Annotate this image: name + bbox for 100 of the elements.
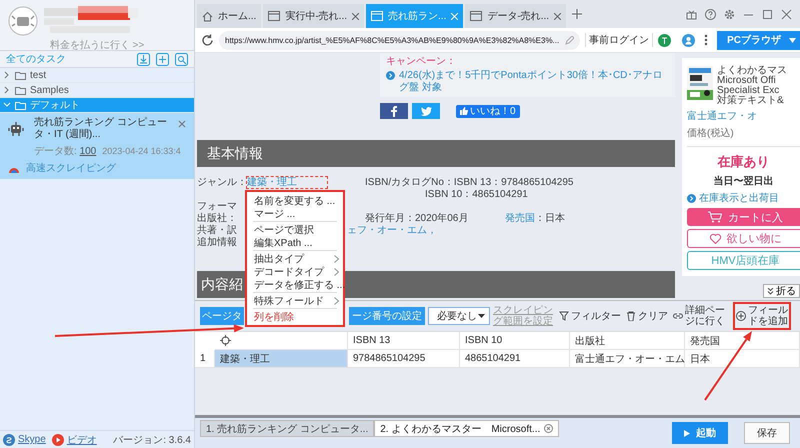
section-heading: 基本情報 (197, 140, 675, 167)
folder-icon (15, 100, 26, 110)
gift-icon[interactable] (686, 8, 697, 20)
menu-item[interactable]: 抽出タイプ (247, 252, 343, 265)
caret-icon (789, 38, 796, 42)
caret-icon (478, 314, 485, 318)
table-cell[interactable]: 建築・理工 (215, 350, 348, 368)
result-tab[interactable]: 2. よくわかるマスター Microsoft... (374, 420, 560, 437)
toolbar-button[interactable]: フィルター (558, 310, 622, 322)
version-label: バージョン: 3.6.4 (113, 434, 191, 446)
page-select[interactable]: 必要なし (428, 307, 490, 325)
menu-item[interactable]: 列を削除 (247, 310, 343, 323)
menu-item[interactable]: データを修正する ... (247, 278, 343, 291)
browser-tab[interactable]: データ-売れ... (465, 4, 566, 28)
home-icon (202, 10, 213, 22)
import-icon[interactable] (137, 52, 150, 66)
product-title-line: Microsoft Offi (717, 76, 777, 86)
release-date: 発行年月：2020年06月 (365, 213, 468, 225)
extension-icon[interactable] (658, 34, 672, 46)
campaign-title: キャンペーン： (386, 55, 457, 68)
price-label: 価格(税込) (687, 126, 735, 140)
delivery-text: 当日〜翌日出 (712, 174, 774, 188)
task-item[interactable]: 売れ筋ランキング コンピュータ・IT (週間)... データ数: 100 2023-04-24 16:33:4 高速スクレイピング (0, 113, 194, 179)
maximize-icon[interactable] (762, 8, 773, 20)
play-icon (684, 430, 690, 436)
data-count-link[interactable]: 100 (80, 146, 96, 157)
genre-label: ジャンル：建築・理工 (197, 177, 327, 189)
facebook-icon (391, 106, 397, 116)
menu-item[interactable]: 編集XPath ... (247, 236, 343, 249)
country-text: 発売国：日本 (505, 213, 565, 225)
footer-link[interactable]: ビデオ (66, 432, 97, 446)
link-icon (673, 311, 683, 321)
search-icon[interactable] (175, 52, 188, 66)
crosshair-icon[interactable] (220, 335, 231, 346)
user-icon[interactable] (682, 34, 696, 46)
toolbar-button[interactable]: フィールドを追加 (733, 302, 791, 330)
browser-tab[interactable]: 実行中-売れ... (263, 4, 364, 28)
table-cell[interactable]: 4865104291 (460, 350, 570, 368)
collapse-button[interactable]: 折る (763, 284, 800, 298)
avatar-icon (8, 6, 38, 36)
address-field[interactable]: https://www.hmv.co.jp/artist_%E5%AF%8C%E5%A3%AB%E9%80%9A%E3%82%A8%E3%... (219, 30, 580, 50)
bird-icon (420, 106, 432, 116)
arrow-circle-icon (386, 71, 395, 80)
table-cell[interactable]: 9784865104295 (348, 350, 460, 368)
isbn-text: ISBN/カタログNo：ISBN 13：9784865104295 (365, 177, 574, 189)
menu-item[interactable]: ページで選択 (247, 223, 343, 236)
product-title-line: Specialist Exc (717, 86, 780, 96)
new-tab-icon[interactable] (572, 9, 582, 19)
double-chevron-icon (767, 288, 774, 294)
footer-link[interactable]: Skype (18, 434, 46, 445)
page-icon (470, 11, 482, 21)
edit-icon[interactable] (565, 36, 574, 44)
product-title-line: 対策テキスト& (717, 96, 785, 106)
section-title: 全てのタスク (6, 53, 67, 66)
save-button[interactable]: 保存 (744, 422, 790, 444)
data-count-label: データ数: 100 (34, 145, 96, 158)
close-icon[interactable] (781, 8, 792, 20)
facebook-button[interactable] (380, 103, 408, 119)
product-title-line: よくわかるマス (717, 66, 787, 76)
settings-icon[interactable] (724, 8, 735, 20)
browser-tab[interactable]: ホーム... (197, 4, 262, 28)
robot-icon (8, 121, 24, 137)
close-icon[interactable] (544, 424, 554, 433)
wishlist-button[interactable]: 欲しい物に (687, 229, 800, 248)
twitter-button[interactable] (412, 103, 440, 119)
pre-login-button[interactable]: 事前ログイン (585, 33, 654, 47)
extra-info-label: 追加情報 (197, 237, 237, 249)
close-icon[interactable] (554, 12, 562, 20)
table-cell[interactable]: 富士通エフ・オー・エム (570, 350, 685, 368)
coauthor-label: 共著・訳 (197, 225, 237, 236)
toolbar-button[interactable]: 詳細ページに行く (672, 304, 730, 328)
column-header: ISBN 13 (348, 332, 460, 350)
more-icon[interactable] (704, 34, 708, 46)
publisher-link[interactable]: 富士通エフ・オ (687, 109, 800, 123)
result-tab[interactable]: 1. 売れ筋ランキング コンピュータ... (200, 420, 374, 437)
add-circle-icon (736, 311, 746, 321)
close-icon[interactable] (178, 120, 186, 128)
folder-item[interactable]: test (0, 68, 194, 83)
reload-icon[interactable] (201, 34, 214, 46)
close-icon[interactable] (352, 12, 360, 20)
cart-icon (708, 211, 722, 223)
page-icon (268, 11, 280, 21)
trash-icon (626, 311, 636, 321)
chevron-right-icon (334, 296, 339, 304)
menu-item[interactable]: マージ ... (247, 207, 343, 220)
add-icon[interactable] (156, 52, 169, 66)
format-label: フォーマ (197, 201, 237, 212)
menu-item[interactable]: 名前を変更する ... (247, 194, 343, 207)
skype-icon (3, 434, 15, 446)
table-cell[interactable]: 日本 (685, 350, 800, 368)
publisher-label: 出版社： (197, 213, 237, 224)
stock-link[interactable]: 在庫表示と出荷目 (699, 191, 779, 205)
toolbar-button[interactable]: クリア (625, 310, 669, 322)
like-button[interactable]: いいね！0 (456, 104, 520, 118)
help-icon[interactable] (705, 8, 716, 20)
page-icon (371, 11, 384, 21)
arrow-circle-icon (687, 194, 696, 202)
thumbs-up-icon (460, 107, 468, 115)
cart-button[interactable]: カートに入 (687, 208, 800, 226)
heart-icon (710, 234, 720, 244)
